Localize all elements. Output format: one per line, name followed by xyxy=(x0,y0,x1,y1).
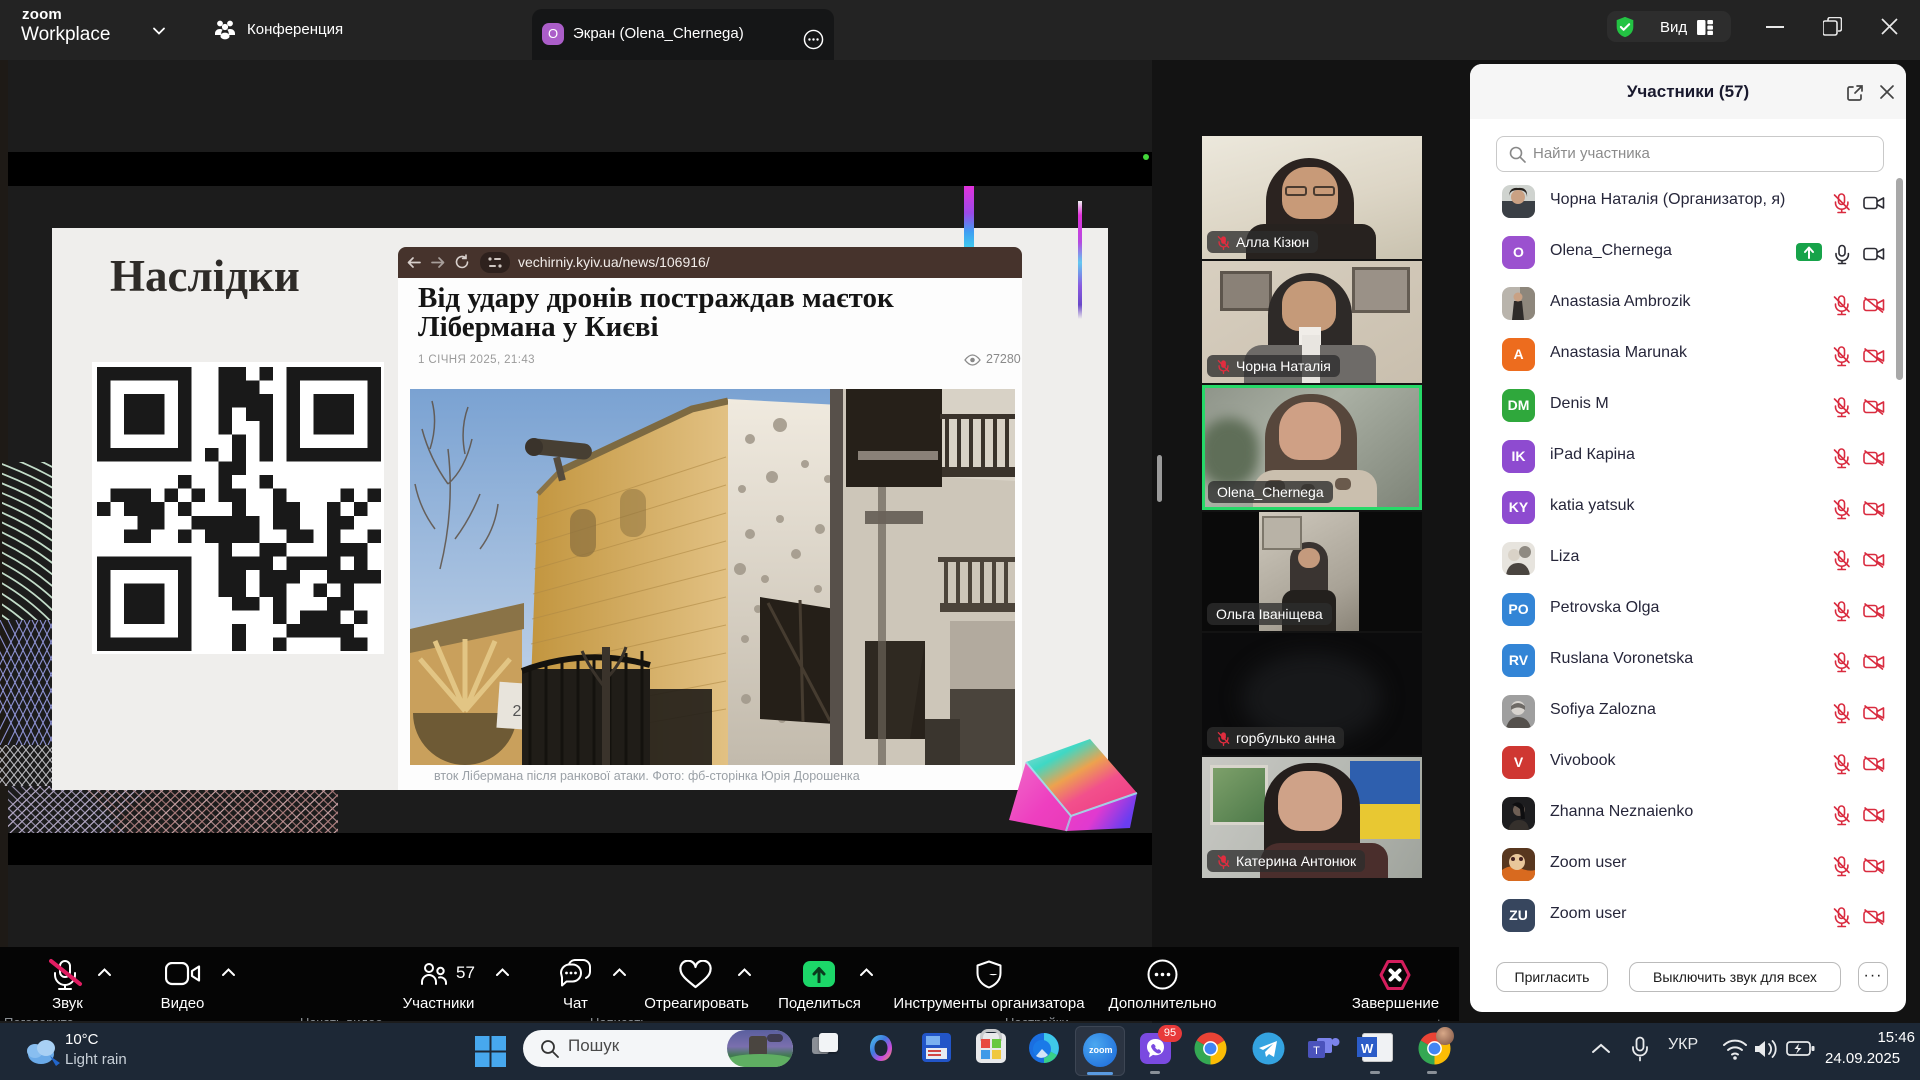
svg-text:T: T xyxy=(1313,1045,1320,1057)
svg-text:2: 2 xyxy=(513,703,522,720)
